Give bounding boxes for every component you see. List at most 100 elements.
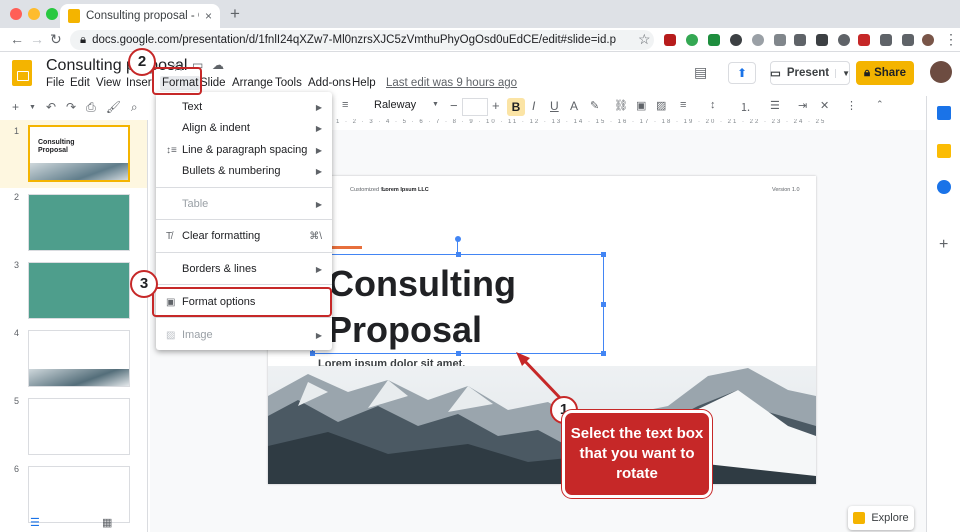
rotate-handle[interactable]: [455, 236, 461, 242]
text-box-selection[interactable]: [310, 252, 606, 356]
menu-file[interactable]: File: [46, 77, 65, 89]
font-select[interactable]: Raleway: [374, 99, 440, 111]
maximize-window-button[interactable]: [46, 8, 58, 20]
more-menu-icon[interactable]: ⋮: [944, 31, 958, 48]
numbered-list-icon[interactable]: ⒈: [740, 99, 751, 115]
collapse-toolbar-icon[interactable]: ⌃: [876, 99, 884, 110]
slide-thumbnail[interactable]: [28, 262, 130, 319]
italic-icon[interactable]: I: [532, 99, 535, 113]
extension-icon[interactable]: [858, 34, 870, 46]
extension-icon[interactable]: [664, 34, 676, 46]
menu-item-label: Align & indent: [182, 122, 250, 134]
text-align-icon[interactable]: ≡: [680, 99, 686, 111]
menu-addons[interactable]: Add-ons: [308, 77, 351, 89]
tab-close-icon[interactable]: ×: [205, 9, 212, 23]
browser-tab[interactable]: Consulting proposal - Google Slides ×: [60, 4, 220, 28]
print-icon[interactable]: ⎙: [86, 100, 96, 115]
resize-handle[interactable]: [601, 351, 606, 356]
extension-icon[interactable]: [730, 34, 742, 46]
present-to-screen-button[interactable]: ⬆: [728, 62, 756, 84]
extension-icon[interactable]: [794, 34, 806, 46]
zoom-icon[interactable]: ⌕: [131, 100, 138, 115]
text-color-icon[interactable]: A: [570, 99, 578, 113]
comments-icon[interactable]: ▤: [694, 64, 707, 81]
add-addon-icon[interactable]: +: [939, 236, 948, 254]
grid-view-icon[interactable]: ▦: [102, 516, 112, 529]
resize-handle[interactable]: [456, 351, 461, 356]
slide-thumbnail[interactable]: Consulting Proposal: [28, 125, 130, 182]
bulleted-list-icon[interactable]: ☰: [770, 99, 780, 112]
font-size-field[interactable]: [462, 98, 488, 116]
link-icon[interactable]: ⛓: [614, 99, 628, 112]
extension-icon[interactable]: [774, 34, 786, 46]
slide-thumbnail[interactable]: [28, 466, 130, 523]
reload-icon[interactable]: ↻: [50, 31, 62, 48]
extension-icon[interactable]: [816, 34, 828, 46]
slide-thumbnail[interactable]: [28, 398, 130, 455]
slide-thumbnail[interactable]: [28, 194, 130, 251]
comment-add-icon[interactable]: ▣: [636, 99, 646, 112]
new-tab-button[interactable]: +: [230, 4, 240, 24]
present-button[interactable]: ▭ Present ▼: [770, 61, 850, 85]
forward-arrow-icon[interactable]: →: [30, 31, 44, 47]
resize-handle[interactable]: [601, 302, 606, 307]
clear-formatting-icon[interactable]: ✕: [820, 99, 829, 112]
chevron-down-icon[interactable]: ▼: [432, 101, 439, 108]
back-arrow-icon[interactable]: ←: [10, 31, 24, 47]
last-edit-link[interactable]: Last edit was 9 hours ago: [386, 77, 517, 89]
undo-icon[interactable]: ↶: [46, 100, 56, 114]
menu-insert[interactable]: Insert: [126, 77, 154, 89]
url-field[interactable]: 🔒︎ docs.google.com/presentation/d/1fnlI2…: [70, 30, 654, 50]
extension-icon[interactable]: [708, 34, 720, 46]
puzzle-icon[interactable]: [902, 34, 914, 46]
share-button[interactable]: 🔒︎ Share: [856, 61, 914, 85]
account-avatar[interactable]: [930, 61, 952, 83]
filmstrip-view-icon[interactable]: ☰: [30, 516, 40, 529]
menu-help[interactable]: Help: [352, 77, 376, 89]
menu-item-line-spacing[interactable]: ↕≡ Line & paragraph spacing ▶: [156, 140, 332, 160]
menu-edit[interactable]: Edit: [70, 77, 90, 89]
resize-handle[interactable]: [456, 252, 461, 257]
resize-handle[interactable]: [310, 351, 315, 356]
minimize-window-button[interactable]: [28, 8, 40, 20]
extension-icon[interactable]: [752, 34, 764, 46]
resize-handle[interactable]: [601, 252, 606, 257]
close-window-button[interactable]: [10, 8, 22, 20]
menu-item-borders-lines[interactable]: Borders & lines ▶: [156, 259, 332, 279]
menu-arrange[interactable]: Arrange: [232, 77, 273, 89]
extension-icon[interactable]: [838, 34, 850, 46]
chevron-down-icon[interactable]: ▼: [835, 68, 850, 78]
menu-item-text[interactable]: Text ▶: [156, 97, 332, 117]
explore-button[interactable]: Explore: [848, 506, 914, 530]
menu-tools[interactable]: Tools: [275, 77, 302, 89]
more-tools-icon[interactable]: ⋮: [846, 99, 857, 112]
profile-avatar[interactable]: [922, 34, 934, 46]
new-slide-icon[interactable]: +: [12, 100, 19, 114]
menu-item-bullets[interactable]: Bullets & numbering ▶: [156, 161, 332, 181]
slide-thumbnail[interactable]: [28, 330, 130, 387]
extension-icon[interactable]: [686, 34, 698, 46]
menu-view[interactable]: View: [96, 77, 121, 89]
menu-slide[interactable]: Slide: [200, 77, 226, 89]
menu-item-label: Borders & lines: [182, 263, 257, 275]
menu-item-align-indent[interactable]: Align & indent ▶: [156, 118, 332, 138]
increase-font-size-button[interactable]: +: [492, 98, 500, 113]
slides-logo-icon[interactable]: [12, 60, 32, 86]
bookmark-star-icon[interactable]: ☆: [638, 31, 651, 48]
underline-icon[interactable]: U: [550, 99, 559, 113]
menu-item-clear-formatting[interactable]: T̸ Clear formatting ⌘\: [156, 226, 332, 246]
tasks-icon[interactable]: [937, 180, 951, 194]
indent-icon[interactable]: ⇥: [798, 99, 807, 112]
highlight-icon[interactable]: ✎: [590, 99, 599, 112]
redo-icon[interactable]: ↷: [66, 100, 76, 114]
chevron-down-icon[interactable]: ▼: [29, 104, 36, 111]
image-icon[interactable]: ▨: [656, 99, 666, 112]
bold-button[interactable]: B: [507, 98, 525, 116]
line-spacing-icon[interactable]: ↕: [710, 99, 716, 111]
paint-format-icon[interactable]: 🖌︎: [106, 100, 121, 114]
align-icon[interactable]: ≡: [342, 99, 348, 111]
calendar-icon[interactable]: [937, 106, 951, 120]
keep-icon[interactable]: [937, 144, 951, 158]
extension-icon[interactable]: [880, 34, 892, 46]
decrease-font-size-button[interactable]: −: [450, 98, 458, 113]
